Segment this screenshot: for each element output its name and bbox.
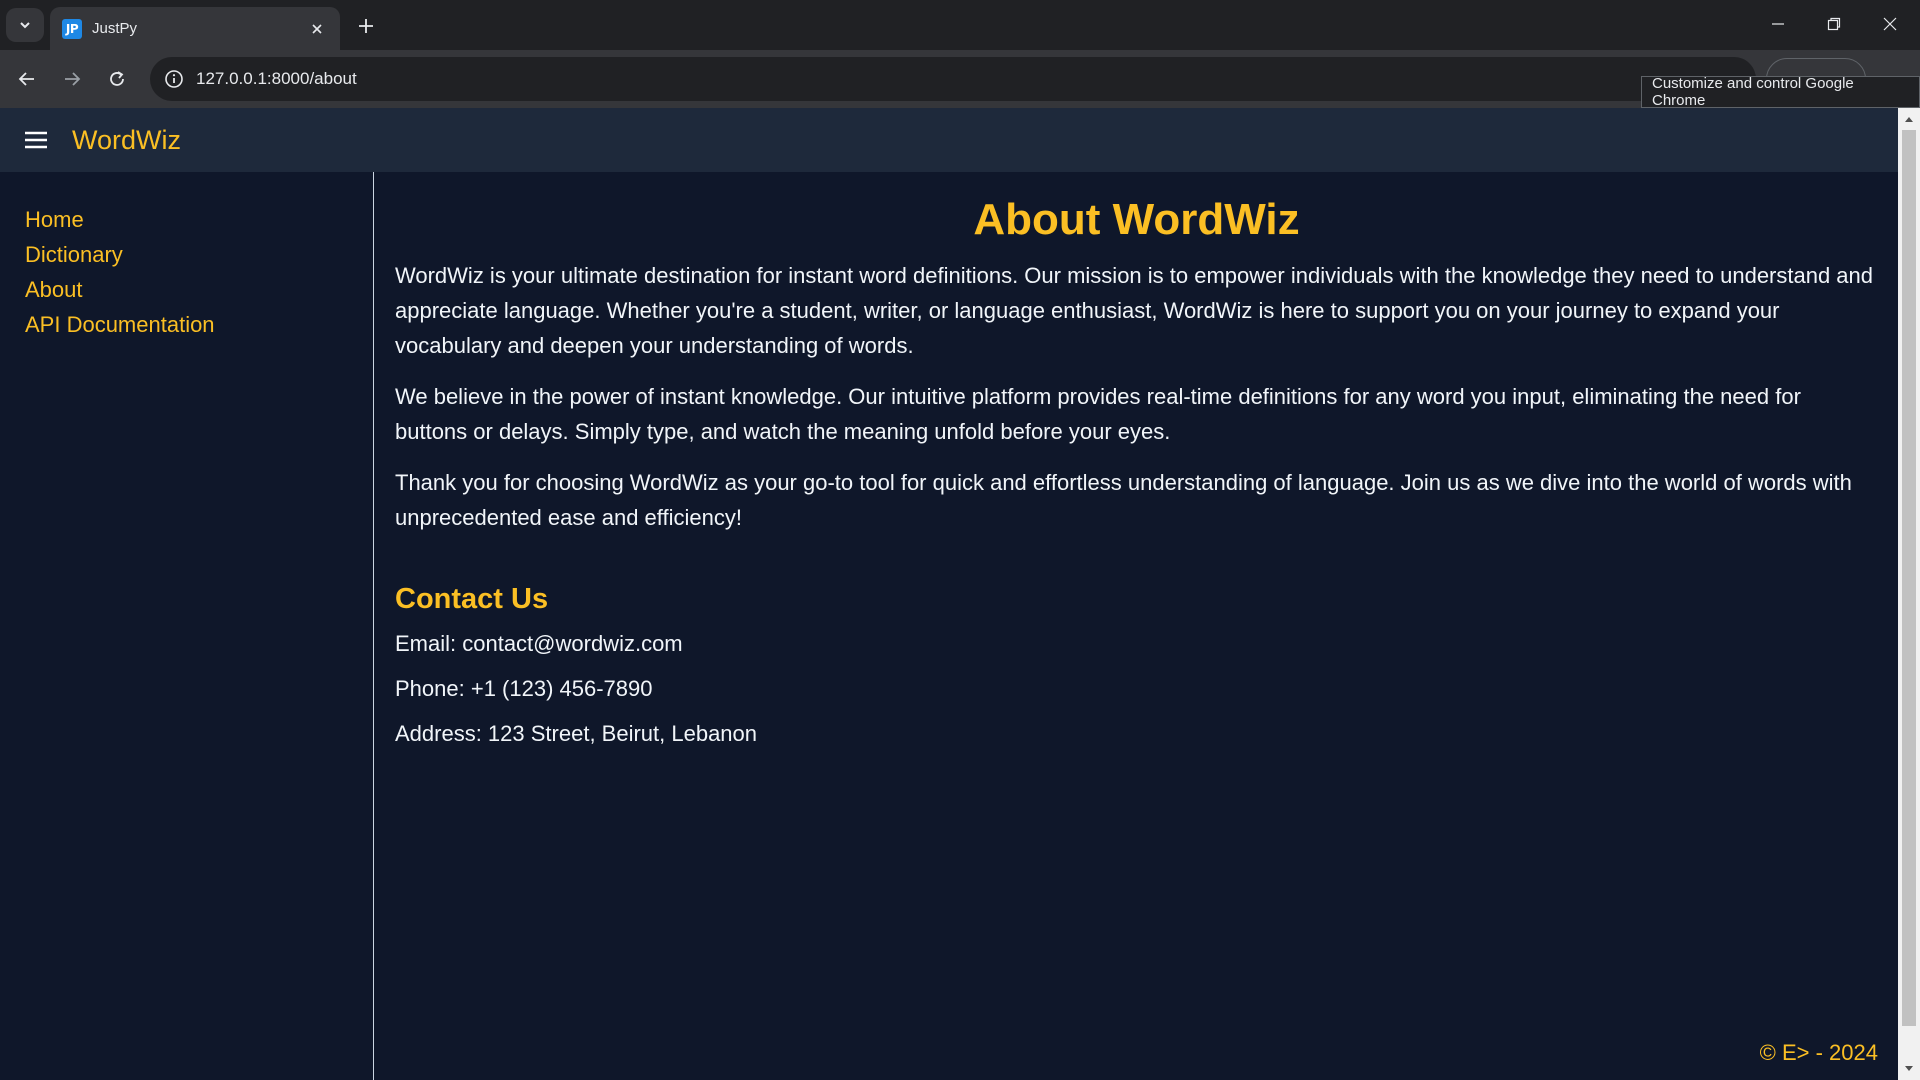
arrow-left-icon	[18, 72, 34, 86]
about-paragraph-3: Thank you for choosing WordWiz as your g…	[395, 470, 1852, 530]
browser-tabstrip: JP JustPy	[0, 0, 1920, 50]
chevron-down-icon	[20, 22, 30, 29]
app-header: WordWiz	[0, 108, 1898, 172]
back-button[interactable]	[11, 63, 43, 95]
scroll-thumb[interactable]	[1902, 130, 1916, 1026]
reload-icon	[110, 71, 124, 86]
about-paragraph-1: WordWiz is your ultimate destination for…	[395, 263, 1874, 358]
window-restore-button[interactable]	[1806, 0, 1862, 48]
about-paragraph-2: We believe in the power of instant knowl…	[395, 384, 1801, 444]
arrow-right-icon	[65, 72, 81, 86]
info-icon[interactable]	[164, 69, 184, 89]
reload-button[interactable]	[101, 63, 133, 95]
page-title: About WordWiz	[973, 195, 1300, 244]
sidebar-item-api-documentation[interactable]: API Documentation	[25, 307, 373, 342]
new-tab-button[interactable]	[352, 12, 380, 40]
tab-close-button[interactable]	[306, 18, 328, 40]
scroll-down-button[interactable]	[1898, 1058, 1920, 1080]
scroll-up-button[interactable]	[1898, 108, 1920, 130]
hamburger-menu-button[interactable]	[22, 126, 50, 154]
close-icon	[312, 23, 322, 34]
minimize-icon	[1772, 23, 1784, 25]
footer-copyright: © E> - 2024	[1759, 1040, 1878, 1065]
tab-search-button[interactable]	[6, 8, 44, 42]
browser-tab[interactable]: JP JustPy	[50, 7, 340, 50]
caret-down-icon	[1905, 1066, 1913, 1071]
window-minimize-button[interactable]	[1750, 0, 1806, 48]
chrome-menu-tooltip: Customize and control Google Chrome	[1641, 75, 1920, 109]
sidebar: Home Dictionary About API Documentation	[0, 172, 374, 1080]
address-bar[interactable]: 127.0.0.1:8000/about	[150, 57, 1756, 101]
page-scrollbar[interactable]	[1898, 108, 1920, 1080]
browser-toolbar: 127.0.0.1:8000/about	[0, 50, 1920, 108]
restore-icon	[1827, 17, 1841, 31]
sidebar-item-dictionary[interactable]: Dictionary	[25, 237, 373, 272]
window-close-button[interactable]	[1862, 0, 1918, 48]
main-content: About WordWiz WordWiz is your ultimate d…	[375, 172, 1898, 1080]
sidebar-item-about[interactable]: About	[25, 272, 373, 307]
contact-address: Address: 123 Street, Beirut, Lebanon	[395, 721, 758, 746]
plus-icon	[359, 19, 373, 33]
contact-email: Email: contact@wordwiz.com	[395, 631, 683, 656]
sidebar-item-home[interactable]: Home	[25, 202, 373, 237]
contact-heading: Contact Us	[395, 583, 549, 615]
contact-phone: Phone: +1 (123) 456-7890	[395, 676, 653, 701]
forward-button[interactable]	[56, 63, 88, 95]
caret-up-icon	[1905, 117, 1913, 122]
url-text[interactable]: 127.0.0.1:8000/about	[196, 69, 357, 89]
brand-title: WordWiz	[72, 124, 182, 155]
tab-title: JustPy	[92, 20, 138, 37]
hamburger-icon	[25, 131, 47, 149]
close-icon	[1883, 17, 1897, 31]
favicon-icon: JP	[62, 18, 82, 39]
